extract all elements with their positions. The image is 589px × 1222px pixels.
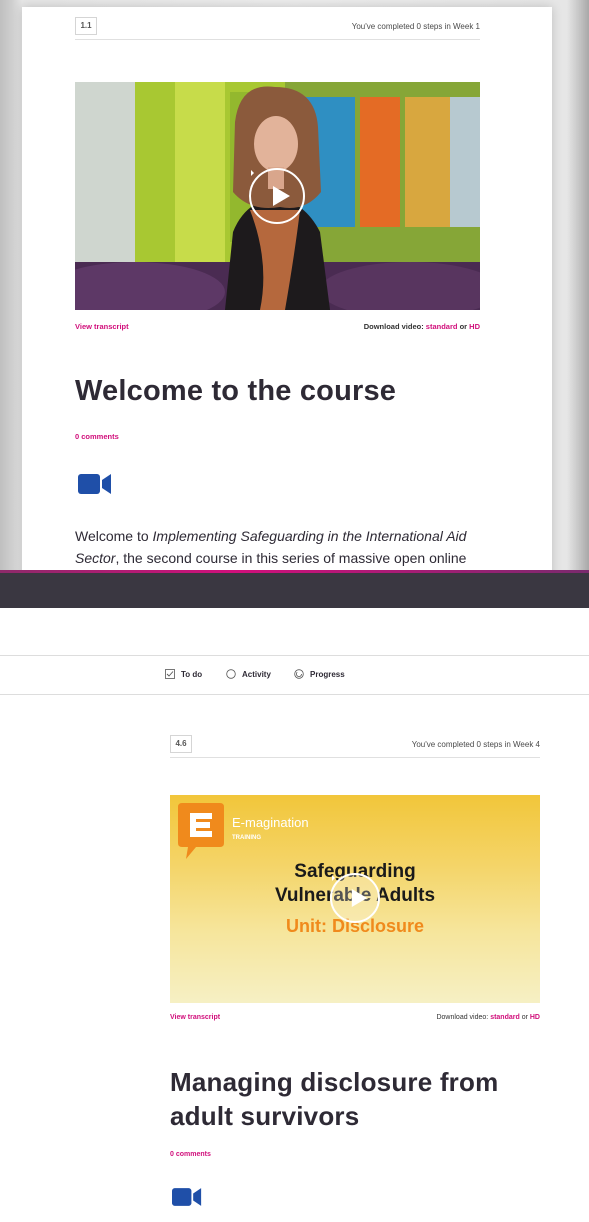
step-title: Welcome to the course — [75, 375, 397, 407]
progress-ring-icon — [294, 669, 304, 679]
download-standard-link[interactable]: standard — [426, 322, 458, 331]
tab-label: Progress — [310, 669, 345, 679]
step-progress-text: You've completed 0 steps in Week 4 — [411, 740, 540, 749]
e-magination-logo-icon — [178, 803, 224, 859]
comments-link[interactable]: 0 comments — [75, 432, 119, 441]
play-icon — [351, 889, 368, 907]
step-body-text: Welcome to Implementing Safeguarding in … — [75, 528, 467, 566]
tab-label: To do — [181, 669, 203, 679]
comments-link[interactable]: 0 comments — [170, 1151, 211, 1158]
accent-stripe — [0, 570, 589, 573]
course-tabs: To do Activity Progress — [0, 655, 589, 695]
view-transcript-link[interactable]: View transcript — [75, 322, 129, 331]
first-step-screenshot: 1.1 You've completed 0 steps in Week 1 V… — [0, 0, 589, 574]
video-camera-icon — [78, 474, 111, 494]
download-standard-link[interactable]: standard — [490, 1014, 520, 1021]
tab-progress[interactable]: Progress — [294, 669, 345, 679]
video-brand: E-magination — [232, 815, 309, 830]
circle-icon — [226, 669, 236, 679]
step-progress-text: You've completed 0 steps in Week 1 — [351, 22, 480, 31]
video-brand-sub: TRAINING — [232, 835, 261, 841]
video-player[interactable]: E-magination TRAINING Safeguarding Vulne… — [170, 795, 540, 1003]
tab-activity[interactable]: Activity — [226, 669, 271, 679]
download-hd-link[interactable]: HD — [530, 1014, 540, 1021]
play-icon — [273, 186, 290, 206]
download-video: Download video: standard or HD — [436, 1014, 540, 1021]
site-header-bar — [0, 570, 589, 608]
step-number: 1.1 — [75, 17, 97, 35]
tab-to-do[interactable]: To do — [165, 669, 202, 679]
download-video: Download video: standard or HD — [363, 322, 480, 331]
video-player[interactable] — [75, 82, 480, 310]
divider — [170, 757, 540, 758]
divider — [75, 39, 480, 40]
view-transcript-link[interactable]: View transcript — [170, 1014, 220, 1021]
step-number: 4.6 — [170, 735, 192, 753]
tab-label: Activity — [242, 669, 271, 679]
checkbox-icon — [165, 669, 175, 679]
download-hd-link[interactable]: HD — [469, 322, 480, 331]
step-card: 1.1 You've completed 0 steps in Week 1 V… — [22, 7, 552, 574]
step-title: Managing disclosure from adult survivors — [170, 1067, 499, 1131]
video-camera-icon — [172, 1188, 202, 1206]
